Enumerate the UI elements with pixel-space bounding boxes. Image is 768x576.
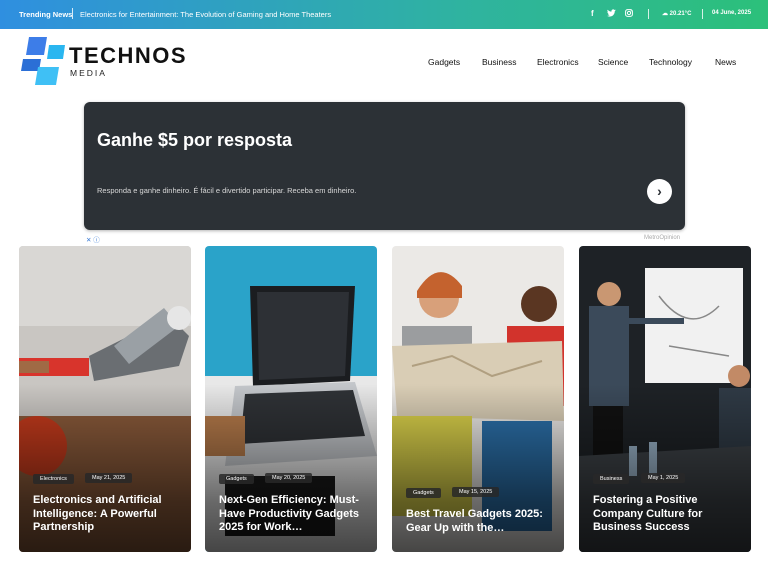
ad-banner[interactable]: Ganhe $5 por resposta Responda e ganhe d… [84, 102, 685, 230]
logo-subtext: MEDIA [70, 68, 107, 78]
site-logo[interactable]: TECHNOS MEDIA [19, 37, 186, 85]
article-card[interactable]: Business May 1, 2025 Fostering a Positiv… [579, 246, 751, 552]
instagram-icon[interactable] [625, 9, 633, 19]
divider [72, 8, 73, 19]
facebook-icon[interactable]: f [591, 9, 594, 18]
article-title[interactable]: Fostering a Positive Company Culture for… [593, 494, 741, 535]
article-date: May 15, 2025 [452, 487, 500, 497]
trending-label: Trending News [19, 10, 73, 19]
article-card[interactable]: Electronics May 21, 2025 Electronics and… [19, 246, 191, 552]
ad-description: Responda e ganhe dinheiro. É fácil e div… [97, 186, 357, 195]
ad-title: Ganhe $5 por resposta [97, 130, 293, 150]
article-card[interactable]: Gadgets May 15, 2025 Best Travel Gadgets… [392, 246, 564, 552]
category-badge[interactable]: Business [593, 474, 630, 484]
article-date: May 1, 2025 [641, 473, 686, 483]
cloud-icon: ☁ [662, 11, 668, 17]
ad-arrow-button[interactable]: › [647, 179, 672, 204]
article-card[interactable]: Gadgets May 20, 2025 Next-Gen Efficiency… [205, 246, 377, 552]
weather-readout: ☁ 20.21°C [662, 10, 691, 17]
nav-news[interactable]: News [715, 57, 736, 67]
article-title[interactable]: Best Travel Gadgets 2025: Gear Up with t… [406, 508, 554, 535]
category-badge[interactable]: Gadgets [406, 488, 441, 498]
category-badge[interactable]: Electronics [33, 474, 74, 484]
nav-electronics[interactable]: Electronics [537, 57, 579, 67]
divider [702, 9, 703, 19]
article-title[interactable]: Electronics and Artificial Intelligence:… [33, 494, 181, 535]
nav-gadgets[interactable]: Gadgets [428, 57, 460, 67]
ad-source[interactable]: MetroOpinion [644, 235, 680, 241]
nav-business[interactable]: Business [482, 57, 517, 67]
logo-mark-icon [21, 37, 65, 85]
twitter-icon[interactable] [607, 9, 616, 19]
nav-science[interactable]: Science [598, 57, 628, 67]
divider [648, 9, 649, 19]
category-badge[interactable]: Gadgets [219, 474, 254, 484]
chevron-right-icon: › [657, 183, 662, 199]
article-title[interactable]: Next-Gen Efficiency: Must-Have Productiv… [219, 494, 367, 535]
logo-text: TECHNOS [69, 43, 188, 68]
weather-temp: 20.21°C [669, 11, 692, 17]
nav-technology[interactable]: Technology [649, 57, 692, 67]
article-date: May 20, 2025 [265, 473, 313, 483]
top-bar: Trending News Electronics for Entertainm… [0, 0, 768, 29]
current-date: 04 June, 2025 [712, 10, 752, 16]
trending-headline-link[interactable]: Electronics for Entertainment: The Evolu… [80, 10, 331, 19]
ad-close-info-icon[interactable]: ✕ ⓘ [86, 234, 100, 244]
article-date: May 21, 2025 [85, 473, 133, 483]
